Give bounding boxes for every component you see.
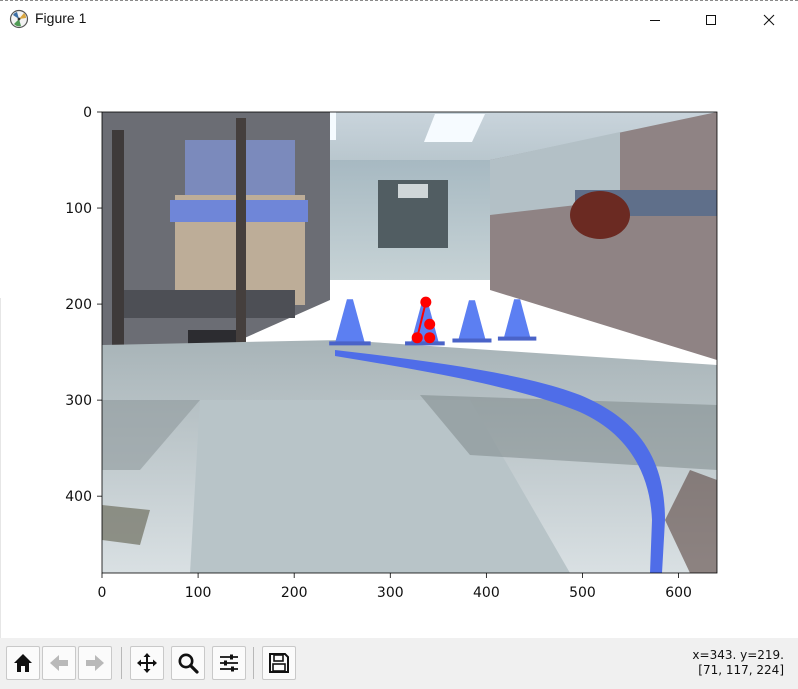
y-tick-label: 400 xyxy=(65,489,92,505)
x-tick-label: 200 xyxy=(281,585,308,601)
navigation-toolbar: x=343. y=219. [71, 117, 224] xyxy=(0,638,798,689)
cone xyxy=(335,299,365,343)
pan-button[interactable] xyxy=(130,646,164,680)
y-tick-label: 300 xyxy=(65,393,92,409)
x-tick-label: 500 xyxy=(569,585,596,601)
y-tick-label: 0 xyxy=(83,105,92,121)
save-button[interactable] xyxy=(262,646,296,680)
home-button[interactable] xyxy=(6,646,40,680)
forward-button[interactable] xyxy=(78,646,112,680)
minimize-icon xyxy=(650,20,660,21)
figure-canvas[interactable]: 0 100 200 300 400 500 600 0 100 200 300 400 xyxy=(0,40,798,638)
window-titlebar[interactable]: Figure 1 xyxy=(0,0,798,40)
matplotlib-app-icon xyxy=(9,9,29,29)
maximize-icon xyxy=(706,15,716,25)
x-tick-label: 0 xyxy=(98,585,107,601)
sliders-icon xyxy=(220,654,238,672)
image-board-window xyxy=(398,184,428,198)
cone-base xyxy=(329,341,371,346)
plot-svg[interactable]: 0 100 200 300 400 500 600 0 100 200 300 400 xyxy=(0,40,798,638)
detection-point xyxy=(420,296,432,308)
floppy-icon xyxy=(269,653,289,673)
minimize-button[interactable] xyxy=(626,0,684,40)
maximize-button[interactable] xyxy=(682,0,740,40)
cone xyxy=(458,300,486,340)
move-icon xyxy=(137,653,157,673)
cone-base xyxy=(405,341,445,346)
camera-image xyxy=(102,112,717,573)
back-button[interactable] xyxy=(42,646,76,680)
cone-base xyxy=(497,336,537,341)
close-icon xyxy=(763,14,775,26)
y-axis: 0 100 200 300 400 xyxy=(65,105,102,505)
zoom-button[interactable] xyxy=(171,646,205,680)
image-cart xyxy=(115,290,295,318)
cursor-pixel-value: [71, 117, 224] xyxy=(698,663,784,677)
x-tick-label: 400 xyxy=(473,585,500,601)
toolbar-separator xyxy=(121,647,122,679)
arrow-left-icon xyxy=(50,655,68,671)
detection-point xyxy=(424,332,436,344)
toolbar-separator xyxy=(253,647,254,679)
arrow-right-icon xyxy=(86,655,104,671)
cursor-xy-readout: x=343. y=219. xyxy=(692,648,784,662)
x-tick-label: 600 xyxy=(665,585,692,601)
x-axis: 0 100 200 300 400 500 600 xyxy=(98,573,692,601)
x-tick-label: 300 xyxy=(377,585,404,601)
y-tick-label: 200 xyxy=(65,297,92,313)
detection-point xyxy=(424,318,436,330)
cone xyxy=(503,299,531,338)
cone-base xyxy=(452,338,492,343)
home-icon xyxy=(14,654,32,672)
y-tick-label: 100 xyxy=(65,201,92,217)
x-tick-label: 100 xyxy=(185,585,212,601)
detection-point xyxy=(411,332,423,344)
close-button[interactable] xyxy=(740,0,798,40)
magnifier-icon xyxy=(178,653,199,674)
cursor-coordinates: x=343. y=219. [71, 117, 224] xyxy=(692,648,784,678)
window-title: Figure 1 xyxy=(35,10,87,26)
image-chair xyxy=(570,191,630,239)
configure-subplots-button[interactable] xyxy=(212,646,246,680)
